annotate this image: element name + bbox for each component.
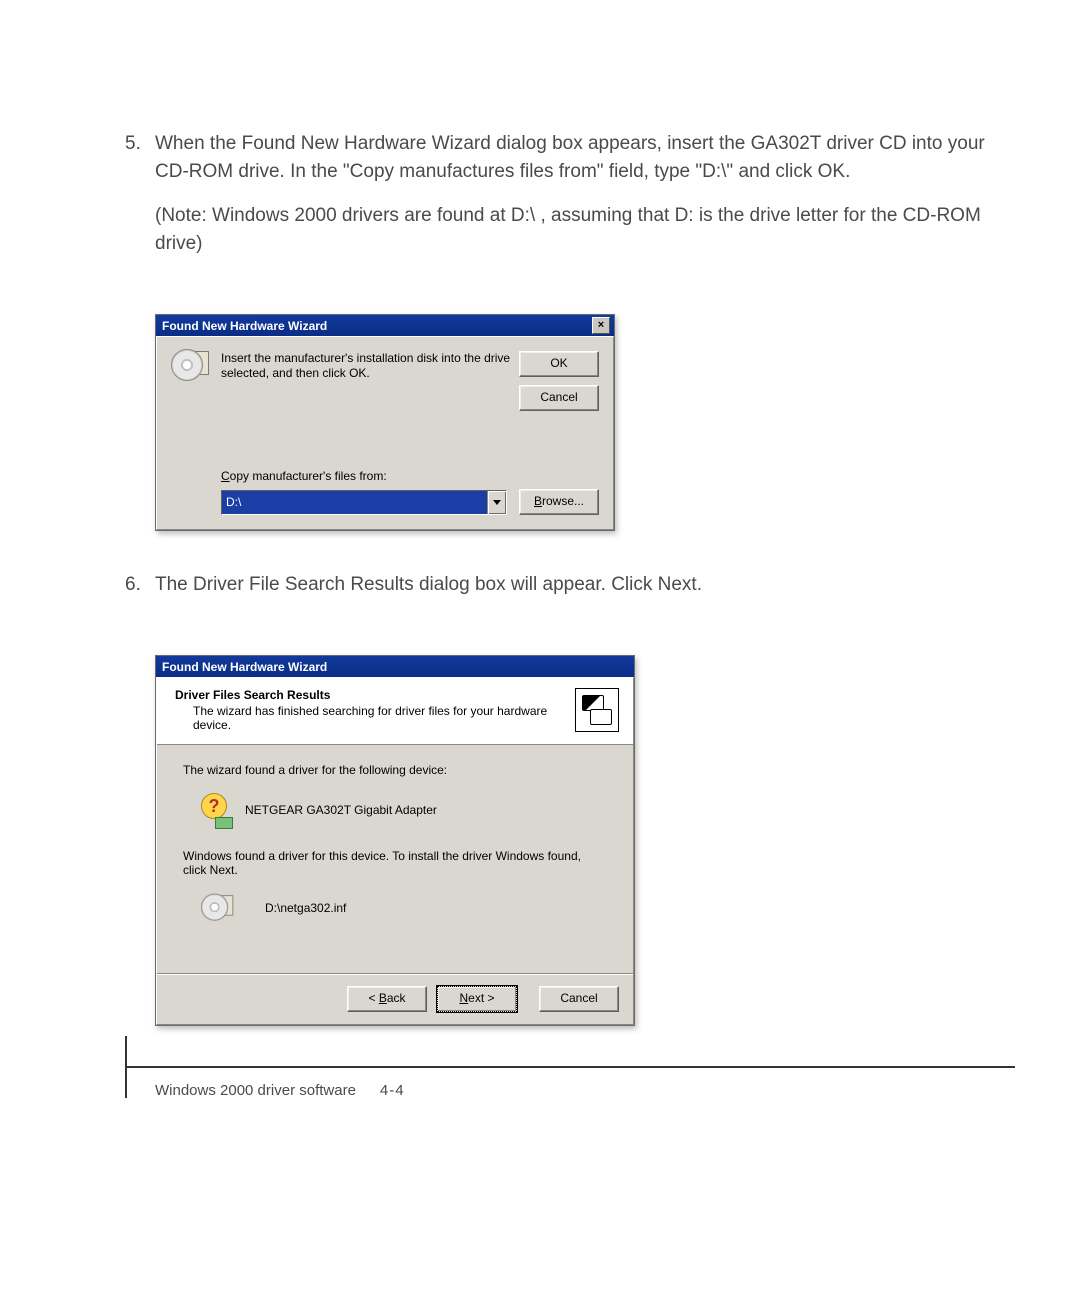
step-5-body: When the Found New Hardware Wizard dialo… xyxy=(155,130,1015,274)
dialog-1-figure: Found New Hardware Wizard × Insert the m… xyxy=(155,314,1015,531)
dialog-2-line-2: Windows found a driver for this device. … xyxy=(183,849,607,877)
inf-path: D:\netga302.inf xyxy=(265,901,346,915)
inf-file-icon xyxy=(201,895,233,921)
inf-row: D:\netga302.inf xyxy=(183,893,607,923)
close-icon[interactable]: × xyxy=(592,317,610,334)
footer-page-number: 4-4 xyxy=(380,1082,405,1099)
back-button[interactable]: < Back xyxy=(347,986,427,1012)
dialog-2-figure: Found New Hardware Wizard Driver Files S… xyxy=(155,655,1015,1026)
step-6-text-1: The Driver File Search Results dialog bo… xyxy=(155,571,1015,599)
copy-from-label: Copy manufacturer's files from: xyxy=(221,469,599,483)
ok-button[interactable]: OK xyxy=(519,351,599,377)
device-row: ? NETGEAR GA302T Gigabit Adapter xyxy=(183,793,607,827)
dialog-1-message: Insert the manufacturer's installation d… xyxy=(221,351,519,381)
step-5-text-2: (Note: Windows 2000 drivers are found at… xyxy=(155,202,1015,258)
step-6-number: 6. xyxy=(125,571,155,599)
step-5-text-1: When the Found New Hardware Wizard dialo… xyxy=(155,130,1015,186)
step-6-body: The Driver File Search Results dialog bo… xyxy=(155,571,1015,615)
copy-from-input[interactable] xyxy=(222,491,487,514)
chevron-down-icon[interactable] xyxy=(487,491,506,514)
step-6: 6. The Driver File Search Results dialog… xyxy=(125,571,1015,615)
next-button[interactable]: Next > xyxy=(437,986,517,1012)
hardware-wizard-icon xyxy=(575,688,619,732)
dialog-copy-files: Found New Hardware Wizard × Insert the m… xyxy=(155,314,615,531)
dialog-2-line-1: The wizard found a driver for the follow… xyxy=(183,763,607,777)
footer-section: Windows 2000 driver software xyxy=(155,1082,356,1099)
dialog-2-header: Driver Files Search Results The wizard h… xyxy=(157,678,633,745)
copy-from-combobox[interactable] xyxy=(221,490,507,515)
dialog-2-titlebar: Found New Hardware Wizard xyxy=(156,656,634,677)
dialog-2-header-title: Driver Files Search Results xyxy=(175,688,575,702)
step-5-number: 5. xyxy=(125,130,155,158)
dialog-2-buttons: < Back Next > Cancel xyxy=(157,973,633,1024)
dialog-2-title: Found New Hardware Wizard xyxy=(162,660,630,674)
dialog-2-header-subtitle: The wizard has finished searching for dr… xyxy=(175,702,575,732)
cancel-button-2[interactable]: Cancel xyxy=(539,986,619,1012)
cancel-button[interactable]: Cancel xyxy=(519,385,599,411)
dialog-search-results: Found New Hardware Wizard Driver Files S… xyxy=(155,655,635,1026)
device-name: NETGEAR GA302T Gigabit Adapter xyxy=(245,803,437,817)
document-page: 5. When the Found New Hardware Wizard di… xyxy=(0,0,1080,1159)
page-footer: Windows 2000 driver software 4-4 xyxy=(125,1066,1015,1099)
cd-drive-icon xyxy=(171,351,209,381)
unknown-device-icon: ? xyxy=(201,793,231,827)
dialog-1-title: Found New Hardware Wizard xyxy=(162,319,592,333)
step-5: 5. When the Found New Hardware Wizard di… xyxy=(125,130,1015,274)
dialog-1-titlebar: Found New Hardware Wizard × xyxy=(156,315,614,336)
browse-button[interactable]: Browse... xyxy=(519,489,599,515)
